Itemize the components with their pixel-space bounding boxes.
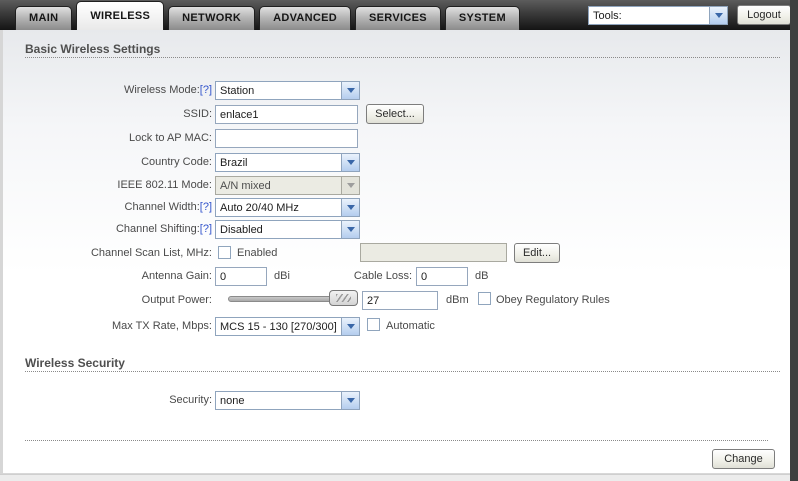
country-code-select[interactable]: Brazil — [215, 153, 360, 172]
chevron-down-icon — [341, 318, 359, 335]
tab-main[interactable]: MAIN — [15, 6, 73, 30]
country-code-label: Country Code: — [141, 156, 212, 168]
lock-to-ap-mac-label: Lock to AP MAC: — [129, 132, 212, 144]
output-power-slider-handle[interactable] — [329, 290, 358, 306]
security-label: Security: — [169, 394, 212, 406]
lock-to-ap-mac-input[interactable] — [215, 129, 358, 148]
security-select[interactable]: none — [215, 391, 360, 410]
wireless-mode-select[interactable]: Station — [215, 81, 360, 100]
channel-width-help-link[interactable]: [?] — [200, 201, 212, 213]
channel-width-label-text: Channel Width: — [124, 201, 200, 213]
window-bottom-edge — [0, 474, 790, 481]
chevron-down-icon — [341, 177, 359, 194]
tab-wireless[interactable]: WIRELESS — [76, 1, 165, 30]
channel-scan-list-input — [360, 243, 507, 262]
channel-shifting-select[interactable]: Disabled — [215, 220, 360, 239]
ssid-label: SSID: — [183, 108, 212, 120]
tools-select-value: Tools: — [593, 9, 622, 22]
wireless-mode-label-text: Wireless Mode: — [123, 84, 200, 96]
basic-wireless-settings-title: Basic Wireless Settings — [25, 42, 161, 56]
channel-scan-list-label: Channel Scan List, MHz: — [90, 247, 212, 259]
ieee80211-mode-value: A/N mixed — [220, 179, 271, 192]
channel-shifting-label-text: Channel Shifting: — [115, 223, 200, 235]
antenna-gain-label: Antenna Gain: — [141, 270, 212, 282]
chevron-down-icon — [341, 82, 359, 99]
window-right-edge — [790, 0, 798, 481]
channel-scan-edit-button[interactable]: Edit... — [514, 243, 560, 263]
security-value: none — [220, 394, 245, 407]
channel-shifting-help-link[interactable]: [?] — [200, 223, 212, 235]
output-power-input[interactable] — [362, 291, 438, 310]
chevron-down-icon — [341, 221, 359, 238]
cable-loss-input[interactable] — [416, 267, 468, 286]
tools-select[interactable]: Tools: — [588, 6, 728, 25]
cable-loss-unit: dB — [475, 270, 489, 282]
wireless-security-title: Wireless Security — [25, 356, 125, 370]
section-divider — [25, 371, 780, 372]
ieee80211-mode-label: IEEE 802.11 Mode: — [117, 179, 212, 191]
channel-width-value: Auto 20/40 MHz — [220, 201, 299, 214]
country-code-value: Brazil — [220, 156, 248, 169]
wireless-mode-value: Station — [220, 84, 255, 97]
tab-system[interactable]: SYSTEM — [444, 6, 520, 30]
max-tx-rate-automatic-label: Automatic — [386, 320, 435, 332]
ssid-select-button[interactable]: Select... — [366, 104, 424, 124]
tab-network[interactable]: NETWORK — [168, 6, 256, 30]
chevron-down-icon — [341, 199, 359, 216]
tab-advanced[interactable]: ADVANCED — [259, 6, 352, 30]
max-tx-rate-select[interactable]: MCS 15 - 130 [270/300] — [215, 317, 360, 336]
channel-scan-enabled-checkbox[interactable] — [218, 246, 231, 259]
channel-width-select[interactable]: Auto 20/40 MHz — [215, 198, 360, 217]
obey-regulatory-rules-label: Obey Regulatory Rules — [496, 294, 610, 306]
chevron-down-icon — [709, 7, 727, 24]
output-power-unit: dBm — [446, 294, 469, 306]
max-tx-rate-label: Max TX Rate, Mbps: — [111, 320, 212, 332]
top-navigation-bar: MAIN WIRELESS NETWORK ADVANCED SERVICES … — [0, 0, 798, 30]
max-tx-rate-automatic-checkbox[interactable] — [367, 318, 380, 331]
footer-divider — [25, 440, 768, 441]
cable-loss-label: Cable Loss: — [353, 270, 412, 282]
channel-shifting-value: Disabled — [220, 223, 263, 236]
slider-grip-icon — [336, 294, 351, 302]
tab-bar: MAIN WIRELESS NETWORK ADVANCED SERVICES … — [15, 1, 524, 30]
wireless-mode-help-link[interactable]: [?] — [200, 84, 212, 96]
channel-scan-enabled-label: Enabled — [237, 247, 278, 259]
wireless-mode-label: Wireless Mode:[?] — [0, 84, 212, 96]
change-button[interactable]: Change — [712, 449, 775, 469]
ieee80211-mode-select: A/N mixed — [215, 176, 360, 195]
chevron-down-icon — [341, 154, 359, 171]
output-power-label: Output Power: — [141, 294, 212, 306]
obey-regulatory-rules-checkbox[interactable] — [478, 292, 491, 305]
chevron-down-icon — [341, 392, 359, 409]
channel-shifting-label: Channel Shifting:[?] — [0, 223, 212, 235]
airos-wireless-page: MAIN WIRELESS NETWORK ADVANCED SERVICES … — [0, 0, 798, 481]
tab-services[interactable]: SERVICES — [355, 6, 441, 30]
section-divider — [25, 57, 780, 58]
max-tx-rate-value: MCS 15 - 130 [270/300] — [220, 320, 337, 333]
channel-width-label: Channel Width:[?] — [0, 201, 212, 213]
ssid-input[interactable] — [215, 105, 358, 124]
logout-button[interactable]: Logout — [737, 5, 791, 25]
